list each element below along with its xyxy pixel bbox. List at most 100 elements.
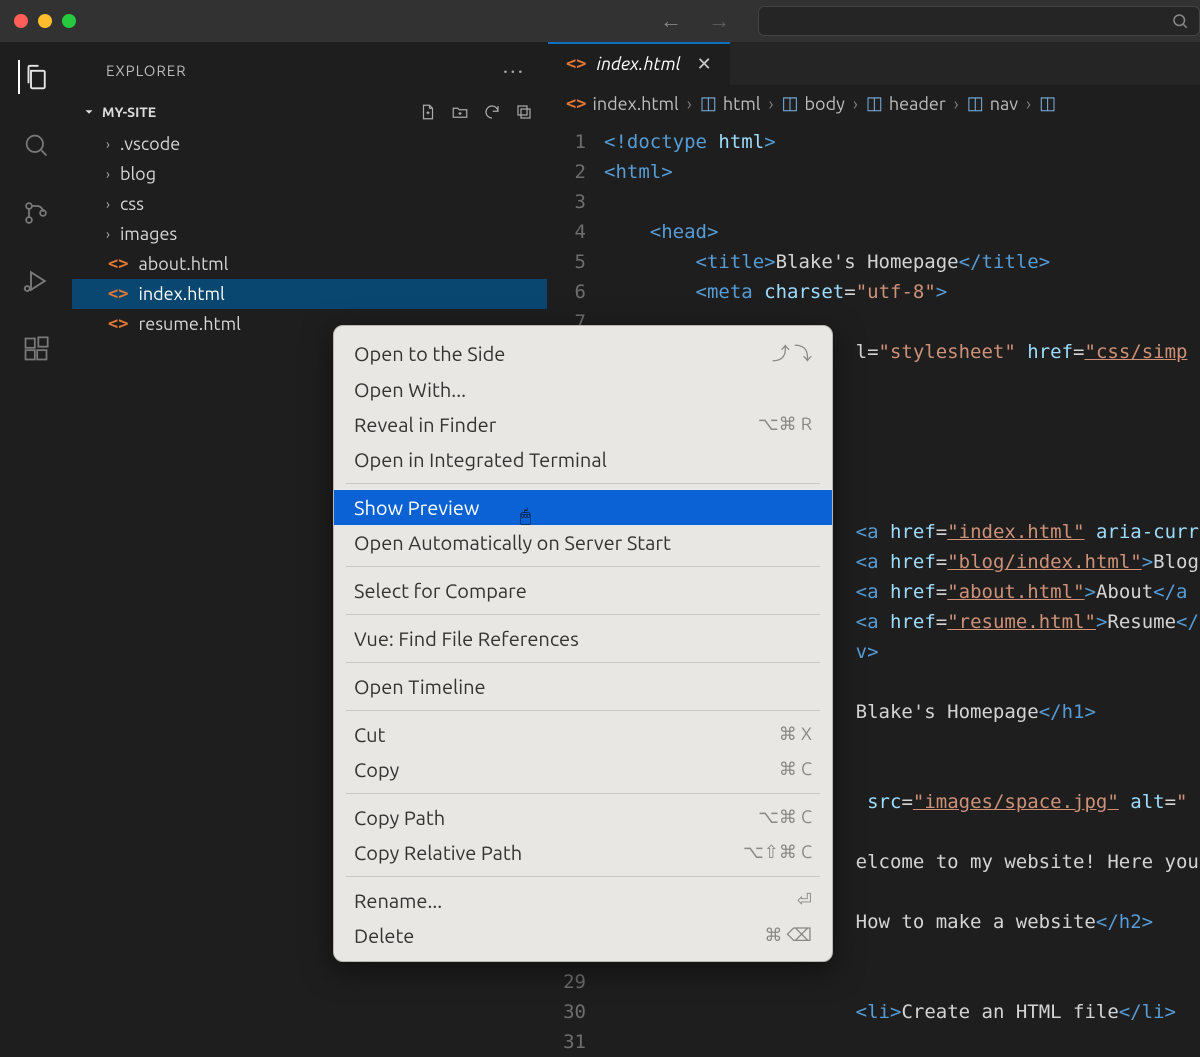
close-window-button[interactable] [14, 14, 28, 28]
menu-item-rename[interactable]: Rename... ⏎ [334, 883, 832, 918]
menu-item-label: Rename... [354, 889, 442, 912]
breadcrumb-segment[interactable]: ◫ html [700, 93, 761, 114]
menu-item-copy[interactable]: Copy ⌘ C [334, 752, 832, 787]
menu-item-label: Copy [354, 758, 399, 781]
menu-shortcut: ⏎ [797, 890, 812, 911]
menu-item-label: Reveal in Finder [354, 413, 496, 436]
tree-label: blog [120, 164, 156, 184]
chevron-down-icon [82, 105, 96, 119]
menu-item-cut[interactable]: Cut ⌘ X [334, 717, 832, 752]
menu-item-label: Vue: Find File References [354, 627, 579, 650]
tree-label: .vscode [120, 134, 180, 154]
menu-item-open-automatically-on-server-start[interactable]: Open Automatically on Server Start [334, 525, 832, 560]
collapse-all-icon[interactable] [515, 103, 533, 121]
menu-item-copy-relative-path[interactable]: Copy Relative Path ⌥⇧⌘ C [334, 835, 832, 870]
html-file-icon: <> [108, 254, 128, 274]
menu-item-vue-find-file-references[interactable]: Vue: Find File References [334, 621, 832, 656]
file-tree: › .vscode › blog › css › images <> about.html <> in… [72, 125, 547, 339]
chevron-right-icon: › [106, 196, 110, 212]
menu-item-label: Cut [354, 723, 385, 746]
project-name: MY-SITE [102, 104, 156, 120]
activity-bar [0, 42, 72, 1057]
menu-item-label: Show Preview [354, 496, 479, 519]
command-center-search[interactable] [758, 6, 1200, 36]
menu-item-label: Copy Path [354, 806, 445, 829]
menu-item-label: Open to the Side [354, 342, 505, 365]
tree-label: css [120, 194, 144, 214]
tab-bar: <> index.html ✕ [548, 42, 1200, 85]
chevron-right-icon: › [106, 136, 110, 152]
folder-item-blog[interactable]: › blog [72, 159, 547, 189]
breadcrumb-segment[interactable]: ◫header [866, 93, 946, 114]
menu-shortcut: ⌘ ⌫ [764, 925, 812, 946]
editor-tab-index[interactable]: <> index.html ✕ [548, 42, 730, 85]
breadcrumb-label: body [805, 94, 845, 114]
html-file-icon: <> [108, 284, 128, 304]
menu-item-open-in-integrated-terminal[interactable]: Open in Integrated Terminal [334, 442, 832, 477]
window-controls [14, 14, 76, 28]
nav-forward-icon[interactable]: → [708, 8, 730, 34]
menu-item-label: Open in Integrated Terminal [354, 448, 607, 471]
explorer-more-icon[interactable]: ··· [503, 58, 525, 83]
new-folder-icon[interactable] [451, 103, 469, 121]
tree-label: images [120, 224, 177, 244]
explorer-title: EXPLORER [106, 62, 187, 79]
chevron-right-icon: › [106, 166, 110, 182]
extensions-activity-icon[interactable] [19, 332, 53, 366]
tab-label: index.html [596, 54, 680, 74]
title-bar: ← → [0, 0, 1200, 42]
tree-label: index.html [138, 284, 224, 304]
menu-item-reveal-in-finder[interactable]: Reveal in Finder ⌥⌘ R [334, 407, 832, 442]
breadcrumb-label: nav [990, 94, 1018, 114]
run-debug-activity-icon[interactable] [19, 264, 53, 298]
html-file-icon: <> [108, 314, 128, 334]
folder-item-css[interactable]: › css [72, 189, 547, 219]
menu-shortcut: ⌘ X [779, 724, 812, 745]
menu-item-open-timeline[interactable]: Open Timeline [334, 669, 832, 704]
symbol-icon: ◫ [700, 93, 717, 114]
file-item-about.html[interactable]: <> about.html [72, 249, 547, 279]
breadcrumb-segment[interactable]: ◫ nav [967, 93, 1018, 114]
menu-shortcut: ⌥⇧⌘ C [743, 842, 812, 863]
symbol-icon: ◫ [782, 93, 799, 114]
menu-item-label: Delete [354, 924, 414, 947]
file-item-index.html[interactable]: <> index.html [72, 279, 547, 309]
source-control-activity-icon[interactable] [19, 196, 53, 230]
project-header[interactable]: MY-SITE [72, 99, 547, 125]
close-tab-icon[interactable]: ✕ [697, 54, 712, 75]
chevron-right-icon: › [106, 226, 110, 242]
nav-back-icon[interactable]: ← [660, 8, 682, 34]
menu-shortcut: ⌥⌘ C [758, 807, 812, 828]
menu-item-delete[interactable]: Delete ⌘ ⌫ [334, 918, 832, 953]
menu-item-label: Select for Compare [354, 579, 527, 602]
context-menu: Open to the Side⤴ ⤵Open With...Reveal in… [333, 325, 833, 962]
new-file-icon[interactable] [419, 103, 437, 121]
search-activity-icon[interactable] [19, 128, 53, 162]
html-file-icon: <> [566, 94, 586, 114]
breadcrumb-segment[interactable]: <> index.html [566, 94, 679, 114]
folder-item-images[interactable]: › images [72, 219, 547, 249]
symbol-icon: ◫ [967, 93, 984, 114]
menu-shortcut: ⌥⌘ R [758, 414, 812, 435]
breadcrumb-segment[interactable]: ◫ body [782, 93, 845, 114]
folder-item-.vscode[interactable]: › .vscode [72, 129, 547, 159]
refresh-icon[interactable] [483, 103, 501, 121]
minimize-window-button[interactable] [38, 14, 52, 28]
breadcrumb-label: html [723, 94, 761, 114]
breadcrumb[interactable]: <>index.html›◫html›◫body›◫header›◫nav›◫ [548, 85, 1200, 123]
breadcrumb-label: header [889, 94, 946, 114]
menu-shortcut: ⌘ C [779, 759, 812, 780]
tree-label: about.html [138, 254, 228, 274]
menu-item-select-for-compare[interactable]: Select for Compare [334, 573, 832, 608]
maximize-window-button[interactable] [62, 14, 76, 28]
symbol-icon: ◫ [1039, 93, 1056, 114]
menu-item-label: Open Timeline [354, 675, 486, 698]
breadcrumb-label: index.html [592, 94, 678, 114]
menu-shortcut-icons: ⤴ ⤵ [772, 340, 812, 366]
menu-item-open-to-the-side[interactable]: Open to the Side ⤴ ⤵ [334, 334, 832, 372]
menu-item-copy-path[interactable]: Copy Path ⌥⌘ C [334, 800, 832, 835]
menu-item-label: Copy Relative Path [354, 841, 522, 864]
menu-item-show-preview[interactable]: Show Preview [334, 490, 832, 525]
menu-item-open-with[interactable]: Open With... [334, 372, 832, 407]
explorer-activity-icon[interactable] [18, 60, 52, 94]
